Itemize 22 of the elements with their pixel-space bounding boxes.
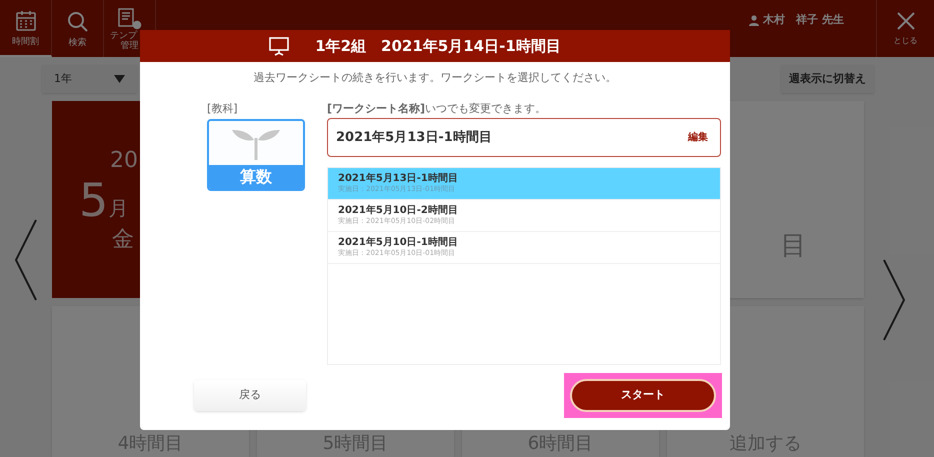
field-hint: いつでも変更できます。 [425, 100, 546, 116]
close-button[interactable]: とじる [876, 0, 934, 57]
month-unit: 月 [108, 194, 128, 222]
worksheet-name-field[interactable]: 2021年5月13日-1時間目 編集 [327, 118, 721, 157]
grade-select[interactable]: 1年 [42, 65, 137, 93]
nav-tab[interactable]: 検索 [52, 0, 104, 57]
nav-tab[interactable]: 時間割 [0, 0, 52, 57]
dialog-message: 過去ワークシートの続きを行います。ワークシートを選択してください。 [252, 70, 618, 86]
user-name: 木村 祥子 先生 [763, 12, 844, 28]
back-button[interactable]: 戻る [194, 380, 306, 411]
weekday-text: 金 [112, 226, 134, 254]
worksheet-title: 2021年5月13日-1時間目 [338, 173, 459, 185]
worksheet-title: 2021年5月10日-1時間目 [338, 237, 459, 249]
view-toggle-button[interactable]: 週表示に切替え [781, 65, 874, 93]
year-text: 20 [110, 146, 138, 174]
edit-link[interactable]: 編集 [688, 130, 708, 145]
dialog-title: 1年2組 2021年5月14日-1時間目 [315, 36, 561, 57]
start-button[interactable]: スタート [570, 379, 716, 412]
worksheet-title: 2021年5月10日-2時間目 [338, 205, 459, 217]
field-label: [ワークシート名称] [327, 100, 426, 116]
month-number: 5 [79, 176, 108, 222]
subject-label: [教科] [207, 100, 239, 116]
